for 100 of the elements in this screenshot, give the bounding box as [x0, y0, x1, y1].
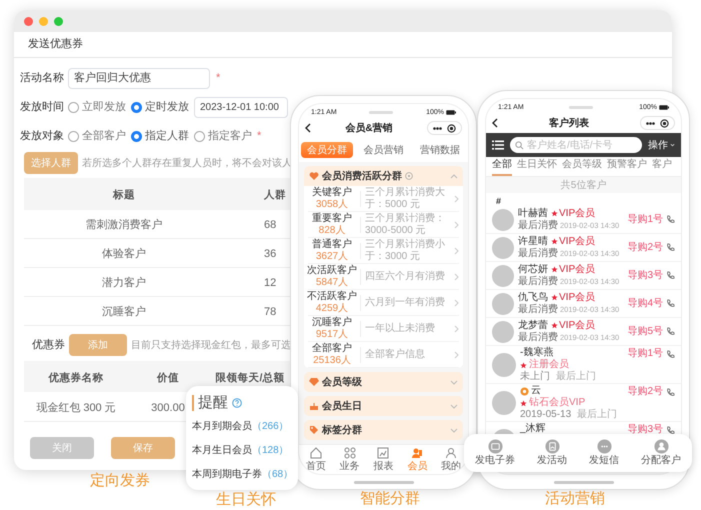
reminder-label[interactable]: 本周到期电子券: [192, 466, 262, 482]
customer-name: 许星晴: [518, 236, 548, 248]
section-title: 会员生日: [322, 400, 362, 414]
section-header[interactable]: 标签分群: [304, 420, 463, 440]
required-mark: *: [216, 71, 220, 86]
required-mark: *: [257, 129, 262, 144]
section-header[interactable]: 会员消费活跃分群: [304, 166, 463, 186]
segment-description: 全部客户信息: [365, 348, 426, 360]
caption: 生日关怀: [216, 491, 276, 509]
table-cell: 78: [264, 306, 276, 318]
radio-label[interactable]: 立即发放: [82, 99, 126, 116]
tab[interactable]: 营销数据: [414, 142, 466, 158]
tag-icon: [309, 425, 319, 435]
ticket-icon: [488, 439, 502, 454]
tab[interactable]: 会员等级: [562, 159, 602, 176]
phone-icon: [666, 299, 675, 308]
guide-label: 导购5号: [627, 326, 663, 338]
table-cell: 潜力客户: [102, 277, 146, 289]
customer-name: 龙梦蕾: [518, 320, 548, 332]
tab[interactable]: 会员营销: [357, 142, 410, 158]
member-tag: VIP会员: [551, 264, 596, 276]
avatar: [492, 264, 514, 286]
segment-description: 三个月累计消费大于：5000 元: [365, 186, 446, 210]
section-title: 会员消费活跃分群: [322, 170, 402, 184]
star-icon: [551, 238, 558, 245]
nav-tab[interactable]: 业务: [340, 447, 360, 472]
nav-tab[interactable]: 报表: [373, 447, 394, 472]
action-button[interactable]: 发活动: [537, 439, 567, 467]
section-header[interactable]: 会员等级: [304, 372, 463, 392]
caption: 定向发券: [90, 472, 150, 490]
member-count: 3058人: [316, 198, 348, 210]
avatar: [492, 292, 514, 314]
segment-name: 全部客户: [312, 342, 352, 354]
action-button[interactable]: 发短信: [589, 439, 619, 467]
operation-dropdown[interactable]: 操作: [648, 138, 675, 152]
member-count: 5847人: [316, 276, 348, 288]
capsule-menu[interactable]: [427, 121, 462, 135]
screen-title: 客户列表: [548, 116, 590, 130]
list-icon: [492, 140, 504, 150]
guide-label: 导购1号: [627, 214, 663, 226]
chevron-right-icon: [454, 324, 459, 332]
phone-icon: [666, 327, 675, 336]
search-icon: [515, 140, 524, 150]
reminder-label[interactable]: 本月生日会员: [192, 442, 252, 458]
nav-tab[interactable]: 我的: [441, 447, 462, 472]
diamond-icon: [309, 377, 319, 387]
capsule-menu[interactable]: [640, 116, 675, 130]
radio-button[interactable]: [131, 102, 142, 113]
nav-tab[interactable]: 首页: [306, 447, 326, 472]
star-icon: [551, 210, 558, 217]
radio-button[interactable]: [68, 102, 79, 113]
radio-label[interactable]: 定时发放: [145, 99, 189, 116]
radio-label[interactable]: 指定人群: [145, 128, 189, 145]
field-label: 最后消费: [518, 304, 558, 316]
member-tag: VIP会员: [551, 236, 596, 248]
radio-label[interactable]: 指定客户: [208, 128, 252, 145]
table-cell: 12: [264, 277, 276, 289]
field-label: 活动名称: [20, 71, 65, 86]
member-count: 25136人: [313, 354, 351, 366]
segment-description: 三个月累计消费小于：3000 元: [365, 238, 446, 262]
phone-icon: [666, 426, 675, 434]
chevron-right-icon: [454, 220, 459, 228]
member-tag: VIP会员: [551, 292, 596, 304]
field-label: 最后上门: [577, 409, 618, 421]
text-field[interactable]: 客户回归大优惠: [68, 68, 210, 89]
chevron-right-icon: [454, 246, 459, 254]
help-icon: [232, 398, 242, 408]
member-tag: 钻石会员VIP: [520, 397, 586, 409]
radio-button[interactable]: [194, 131, 205, 142]
tab[interactable]: 生日关怀: [517, 159, 557, 176]
back-icon: [305, 123, 311, 133]
section-header[interactable]: 会员生日: [304, 396, 463, 416]
member-tag: 注册会员: [520, 359, 569, 371]
phone-icon: [666, 350, 675, 358]
visit-status: 未上门: [520, 371, 550, 383]
action-button[interactable]: 发电子券: [475, 439, 515, 467]
speaker-slot: [569, 106, 594, 109]
accent-bar: [192, 395, 194, 411]
reminder-label[interactable]: 本月到期会员: [192, 418, 252, 434]
tab[interactable]: 预警客户: [607, 159, 647, 176]
tab[interactable]: 客户: [652, 159, 672, 176]
segment-description: 四至六个月有消费: [365, 270, 446, 282]
radio-label[interactable]: 全部客户: [82, 128, 126, 145]
column-header: 价值: [157, 372, 179, 384]
table-cell: 沉睡客户: [102, 306, 146, 318]
radio-button[interactable]: [68, 131, 79, 142]
radio-button[interactable]: [131, 131, 142, 142]
chevron-right-icon: [454, 272, 459, 280]
chevron-right-icon: [454, 350, 459, 358]
guide-label: 导购2号: [627, 386, 663, 398]
reminder-count: （266）: [252, 420, 289, 434]
segment-name: 次活跃客户: [307, 264, 357, 276]
customer-name: 何芯妍: [518, 264, 548, 276]
field-label: 优惠券: [32, 338, 65, 353]
table-cell: 300.00: [151, 402, 185, 414]
action-button[interactable]: 分配客户: [641, 439, 681, 467]
member-count: 828人: [318, 224, 346, 236]
segment-name: 沉睡客户: [312, 316, 352, 328]
date-time-field[interactable]: 2023-12-01 10:00: [194, 97, 288, 118]
segment-name: 关键客户: [312, 186, 352, 198]
